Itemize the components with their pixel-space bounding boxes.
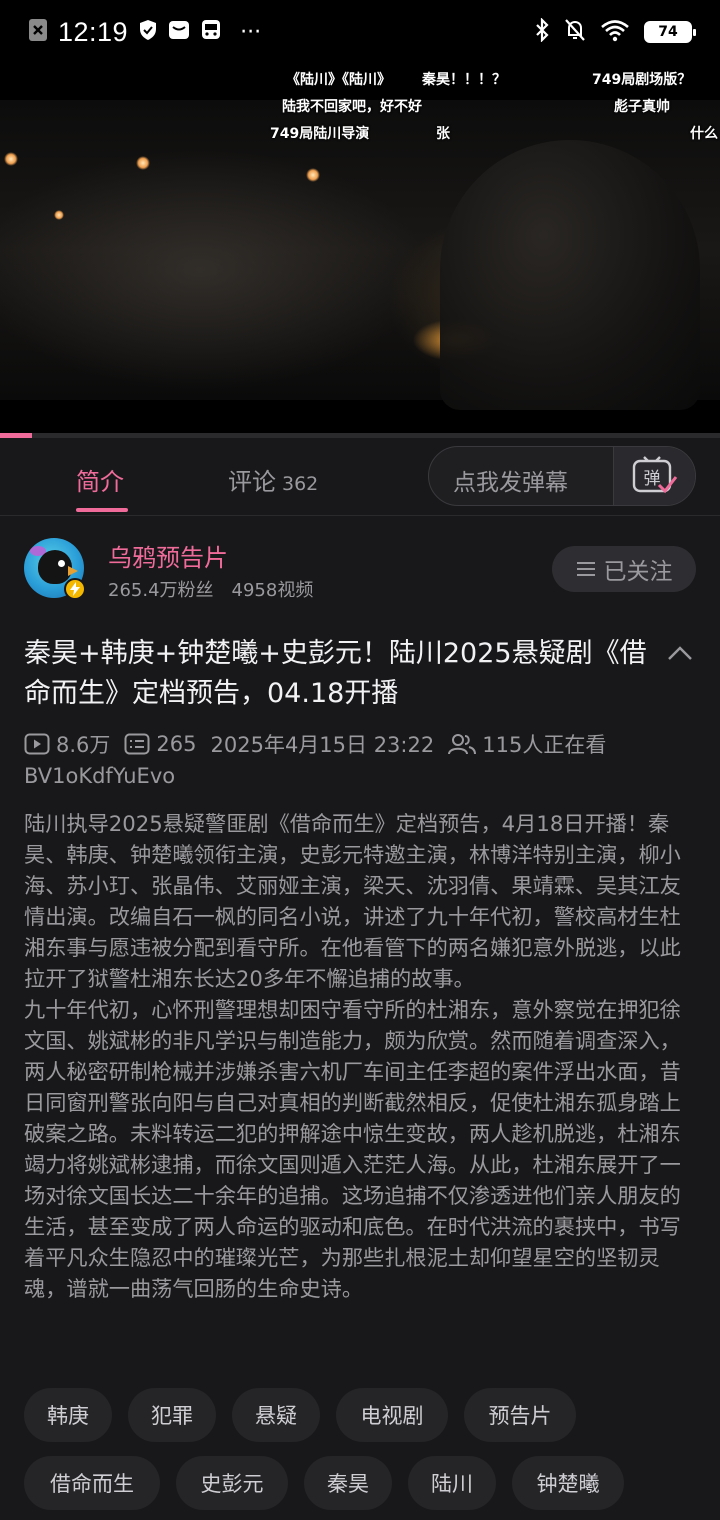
- tab-bar: 简介 评论 362 点我发弹幕 弹: [0, 438, 720, 516]
- publish-date: 2025年4月15日 23:22: [210, 733, 435, 757]
- play-count-icon: [24, 733, 50, 755]
- video-count: 4958视频: [231, 580, 314, 601]
- tag[interactable]: 悬疑: [232, 1388, 320, 1442]
- danmaku-comment: 什么: [690, 126, 718, 142]
- video-frame: [0, 100, 720, 410]
- danmaku-input[interactable]: 点我发弹幕 弹: [428, 446, 696, 506]
- danmaku-comment: 陆我不回家吧，好不好: [282, 99, 422, 115]
- tag[interactable]: 预告片: [464, 1388, 576, 1442]
- tag[interactable]: 韩庚: [24, 1388, 112, 1442]
- clock: 12:19: [58, 16, 129, 47]
- menu-icon: [576, 562, 595, 576]
- watching-count: 115人正在看: [448, 729, 606, 759]
- bus-icon: [200, 19, 222, 45]
- view-count-value: 8.6万: [56, 733, 111, 757]
- uploader-stats: 265.4万粉丝 4958视频: [108, 576, 313, 602]
- danmaku-toggle-icon: 弹: [632, 456, 677, 494]
- follow-button[interactable]: 已关注: [552, 546, 696, 592]
- tag[interactable]: 秦昊: [304, 1456, 392, 1510]
- danmaku-comment: 秦昊！！！？: [422, 72, 506, 88]
- description-paragraph: 陆川执导2025悬疑警匪剧《借命而生》定档预告，4月18日开播！秦昊、韩庚、钟楚…: [24, 811, 681, 991]
- people-icon: [448, 734, 477, 755]
- danmaku-count: 265: [124, 732, 197, 756]
- tag[interactable]: 史彭元: [176, 1456, 288, 1510]
- bluetooth-icon: [534, 17, 550, 46]
- battery-icon: 74: [644, 21, 696, 43]
- danmaku-button-label: 弹: [643, 469, 660, 489]
- watching-count-value: 115人正在看: [482, 733, 607, 757]
- tag[interactable]: 借命而生: [24, 1456, 160, 1510]
- danmaku-comment: 《陆川》《陆川》: [286, 72, 391, 88]
- tag[interactable]: 电视剧: [336, 1388, 448, 1442]
- danmaku-comment: 749局剧场版？: [592, 72, 692, 88]
- danmaku-comment: 张: [436, 126, 450, 142]
- view-count: 8.6万: [24, 729, 110, 759]
- danmaku-comment: 749局陆川导演: [270, 126, 370, 142]
- danmaku-count-value: 265: [156, 732, 197, 756]
- follow-button-label: 已关注: [603, 559, 673, 585]
- video-meta: 8.6万 265 2025年4月15日 23:22 115人正在看: [24, 728, 620, 760]
- mute-icon: [564, 18, 586, 46]
- fans-count: 265.4万粉丝: [108, 580, 214, 601]
- tag[interactable]: 陆川: [408, 1456, 496, 1510]
- message-icon: [168, 19, 190, 45]
- shield-icon: [138, 19, 158, 45]
- video-description: 陆川执导2025悬疑警匪剧《借命而生》定档预告，4月18日开播！秦昊、韩庚、钟楚…: [24, 808, 698, 1304]
- lightning-verified-icon: [64, 578, 86, 600]
- status-bar: 12:19 ··· 74: [0, 0, 720, 64]
- chevron-up-icon[interactable]: [666, 640, 694, 668]
- wifi-icon: [600, 18, 630, 46]
- tab-comments[interactable]: 评论 362: [228, 462, 318, 497]
- uploader-card: 乌鸦预告片 265.4万粉丝 4958视频 已关注: [0, 516, 720, 620]
- danmaku-input-placeholder: 点我发弹幕: [453, 470, 568, 496]
- danmaku-toggle-button[interactable]: 弹: [613, 447, 695, 505]
- bvid[interactable]: BV1oKdfYuEvo: [24, 764, 175, 788]
- description-paragraph: 九十年代初，心怀刑警理想却困守看守所的杜湘东，意外察觉在押犯徐文国、姚斌彬的非凡…: [24, 997, 681, 1301]
- tag[interactable]: 犯罪: [128, 1388, 216, 1442]
- tab-comments-label: 评论: [228, 468, 276, 496]
- notification-x-icon: [28, 18, 48, 46]
- tab-intro-underline: [76, 508, 128, 512]
- danmaku-comment: 彪子真帅: [614, 99, 670, 115]
- danmaku-count-icon: [124, 733, 150, 755]
- tab-intro[interactable]: 简介: [76, 462, 124, 497]
- video-title: 秦昊+韩庚+钟楚曦+史彭元！陆川2025悬疑剧《借命而生》定档预告，04.18开…: [24, 638, 647, 709]
- uploader-name[interactable]: 乌鸦预告片: [108, 538, 228, 573]
- more-dots-icon: ···: [240, 19, 262, 45]
- tag[interactable]: 钟楚曦: [512, 1456, 624, 1510]
- comments-count: 362: [282, 473, 319, 495]
- video-player[interactable]: 《陆川》《陆川》 秦昊！！！？ 749局剧场版？ 陆我不回家吧，好不好 彪子真帅…: [0, 64, 720, 438]
